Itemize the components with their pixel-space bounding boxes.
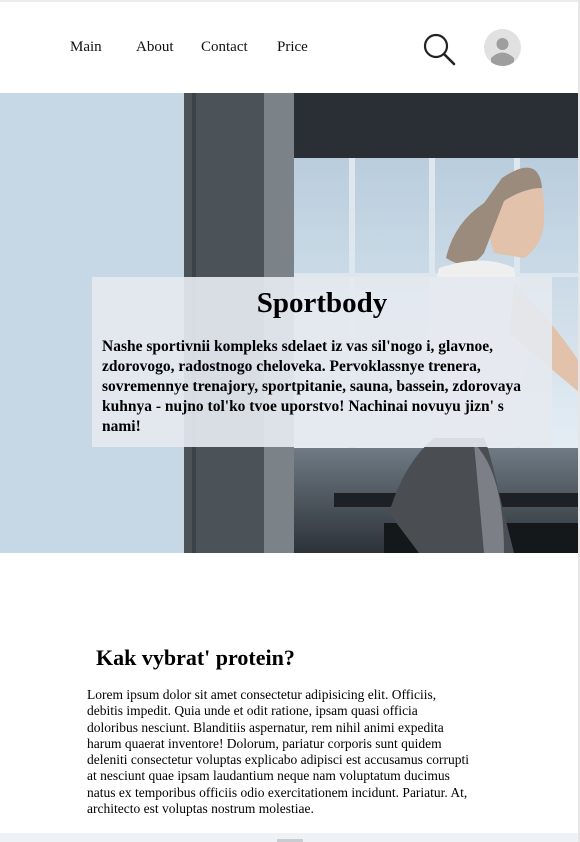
- hero-title: Sportbody: [256, 287, 388, 319]
- search-icon: [423, 33, 456, 66]
- section-body-text: Lorem ipsum dolor sit amet consectetur a…: [87, 687, 470, 817]
- section-title: Kak vybrat' protein?: [96, 645, 295, 670]
- nav-link-price[interactable]: Price: [277, 39, 308, 56]
- nav-link-about[interactable]: About: [136, 39, 174, 56]
- user-avatar[interactable]: [484, 29, 521, 66]
- hero-description: Nashe sportivnii kompleks sdelaet iz vas…: [102, 338, 521, 435]
- user-avatar-icon: [491, 38, 514, 66]
- site-header: Main About Contact Price: [0, 2, 580, 93]
- search-button[interactable]: [422, 32, 456, 66]
- nav-link-main[interactable]: Main: [70, 39, 102, 56]
- hero-info-card: Sportbody Nashe sportivnii kompleks sdel…: [92, 277, 552, 447]
- nav-link-contact[interactable]: Contact: [201, 39, 248, 56]
